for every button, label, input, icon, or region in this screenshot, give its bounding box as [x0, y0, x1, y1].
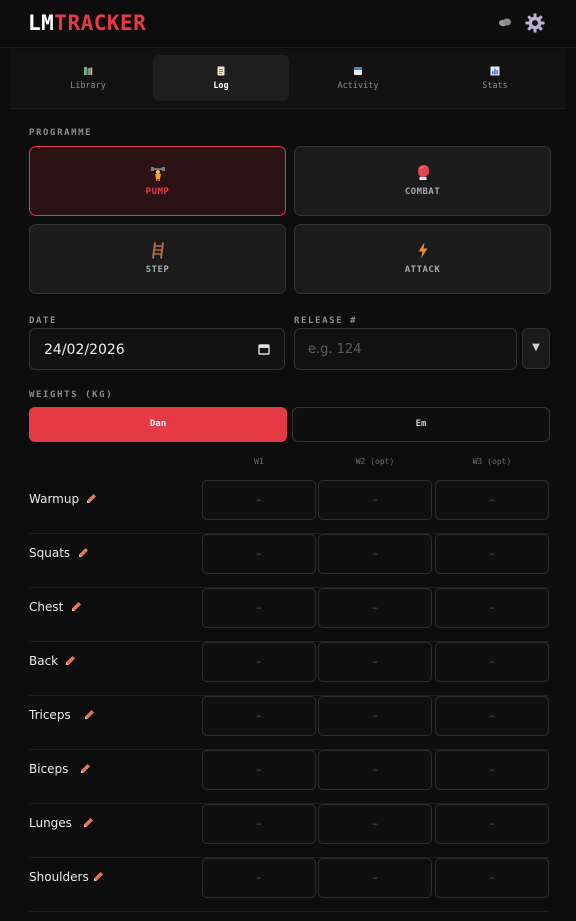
weight-input-w1[interactable]: – — [202, 588, 316, 628]
weight-input-w3[interactable]: – — [435, 480, 549, 520]
date-field[interactable]: 24/02/2026 — [29, 328, 285, 370]
weight-input-w1[interactable]: – — [202, 696, 316, 736]
weights-label: WEIGHTS (KG) — [29, 390, 114, 400]
weight-input-w3[interactable]: – — [435, 858, 549, 898]
tab-activity[interactable]: Activity — [290, 55, 426, 101]
app-logo: LMTRACKER — [28, 11, 147, 35]
gear-icon[interactable] — [524, 12, 546, 34]
release-dropdown-button[interactable]: ▼ — [522, 328, 550, 369]
exercise-name: Squats — [29, 546, 71, 560]
weight-input-w3[interactable]: – — [435, 696, 549, 736]
person-dan-button[interactable]: Dan — [29, 407, 287, 442]
weight-input-w1[interactable]: – — [202, 858, 316, 898]
weight-input-w2[interactable]: – — [318, 588, 432, 628]
calendar-icon — [354, 67, 362, 75]
exercise-name: Shoulders — [29, 870, 89, 884]
exercise-row: Warmup – – – — [29, 480, 549, 534]
exercise-name: Biceps — [29, 762, 69, 776]
weight-input-w1[interactable]: – — [202, 750, 316, 790]
top-bar: LMTRACKER — [0, 0, 576, 48]
boxing-glove-icon — [417, 165, 429, 180]
books-icon — [84, 67, 93, 75]
exercise-row: Biceps – – – — [29, 750, 549, 804]
weight-input-w3[interactable]: – — [435, 642, 549, 682]
exercise-name: Triceps — [29, 708, 71, 722]
exercise-name: Chest — [29, 600, 64, 614]
column-header-w3: W3 (opt) — [472, 457, 512, 466]
release-input[interactable] — [295, 329, 516, 369]
cloud-icon[interactable] — [498, 17, 512, 27]
tab-log[interactable]: Log — [153, 55, 289, 101]
pencil-icon[interactable] — [86, 493, 97, 504]
weight-input-w1[interactable]: – — [202, 642, 316, 682]
date-value: 24/02/2026 — [44, 342, 125, 358]
programme-pump-button[interactable]: PUMP — [29, 146, 286, 216]
pencil-icon[interactable] — [71, 601, 82, 612]
release-field[interactable] — [294, 328, 517, 370]
exercise-row: Squats – – – — [29, 534, 549, 588]
tab-stats[interactable]: Stats — [427, 55, 563, 101]
release-label: RELEASE # — [294, 316, 358, 326]
weight-input-w2[interactable]: – — [318, 534, 432, 574]
pencil-icon[interactable] — [80, 763, 91, 774]
exercise-name: Lunges — [29, 816, 72, 830]
programme-combat-button[interactable]: COMBAT — [294, 146, 551, 216]
weight-input-w2[interactable]: – — [318, 696, 432, 736]
programme-label: PROGRAMME — [29, 128, 93, 138]
weight-input-w3[interactable]: – — [435, 750, 549, 790]
tab-bar: Library Log Activity Stats — [10, 49, 565, 109]
exercise-name: Back — [29, 654, 59, 668]
weight-input-w1[interactable]: – — [202, 480, 316, 520]
pencil-icon[interactable] — [84, 709, 95, 720]
tab-library[interactable]: Library — [20, 55, 156, 101]
exercise-row: Chest – – – — [29, 588, 549, 642]
pencil-icon[interactable] — [78, 547, 89, 558]
date-label: DATE — [29, 316, 58, 326]
weight-input-w1[interactable]: – — [202, 804, 316, 844]
weight-input-w3[interactable]: – — [435, 804, 549, 844]
exercise-row: Lunges – – – — [29, 804, 549, 858]
exercise-row: Shoulders – – – — [29, 858, 549, 912]
bar-chart-icon — [490, 66, 500, 76]
calendar-picker-icon[interactable] — [258, 343, 270, 355]
weight-input-w2[interactable]: – — [318, 804, 432, 844]
weight-input-w1[interactable]: – — [202, 534, 316, 574]
pencil-icon[interactable] — [65, 655, 76, 666]
pencil-icon[interactable] — [93, 871, 104, 882]
programme-step-button[interactable]: STEP — [29, 224, 286, 294]
pencil-icon[interactable] — [83, 817, 94, 828]
column-header-w2: W2 (opt) — [355, 457, 395, 466]
lightning-icon — [418, 242, 427, 259]
weight-input-w2[interactable]: – — [318, 750, 432, 790]
weight-input-w3[interactable]: – — [435, 534, 549, 574]
ladder-icon — [151, 242, 164, 259]
chevron-down-icon: ▼ — [532, 342, 540, 353]
person-em-button[interactable]: Em — [292, 407, 550, 442]
weight-input-w3[interactable]: – — [435, 588, 549, 628]
exercise-name: Warmup — [29, 492, 80, 506]
column-header-w1: W1 — [254, 457, 264, 466]
exercise-row: Back – – – — [29, 642, 549, 696]
exercise-row: Triceps – – – — [29, 696, 549, 750]
programme-attack-button[interactable]: ATTACK — [294, 224, 551, 294]
dumbbell-icon — [150, 167, 165, 181]
weight-input-w2[interactable]: – — [318, 642, 432, 682]
weight-input-w2[interactable]: – — [318, 480, 432, 520]
memo-icon — [217, 66, 225, 76]
weight-input-w2[interactable]: – — [318, 858, 432, 898]
